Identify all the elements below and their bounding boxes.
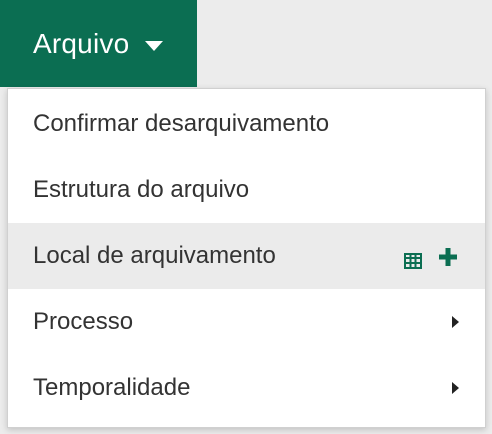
menu-item-label: Temporalidade bbox=[33, 374, 191, 401]
menu-title: Arquivo bbox=[33, 27, 130, 59]
menu-item-label: Confirmar desarquivamento bbox=[33, 110, 330, 137]
chevron-right-icon bbox=[452, 382, 459, 394]
arquivo-dropdown-menu: Confirmar desarquivamento Estrutura do a… bbox=[7, 88, 486, 428]
menu-item-temporalidade[interactable]: Temporalidade bbox=[8, 355, 485, 421]
menu-item-estrutura-do-arquivo[interactable]: Estrutura do arquivo bbox=[8, 157, 485, 223]
arquivo-menu-button[interactable]: Arquivo bbox=[0, 0, 197, 87]
menu-item-label: Estrutura do arquivo bbox=[33, 176, 250, 203]
item-actions bbox=[404, 223, 458, 289]
caret-down-icon bbox=[145, 40, 164, 51]
menu-item-processo[interactable]: Processo bbox=[8, 289, 485, 355]
menu-item-local-de-arquivamento[interactable]: Local de arquivamento bbox=[8, 223, 485, 289]
grid-icon[interactable] bbox=[404, 248, 422, 269]
chevron-right-icon bbox=[452, 316, 459, 328]
page: Arquivo Confirmar desarquivamento Estrut… bbox=[0, 0, 492, 434]
menu-item-label: Processo bbox=[33, 308, 134, 335]
plus-icon[interactable] bbox=[438, 246, 458, 266]
menu-item-confirmar-desarquivamento[interactable]: Confirmar desarquivamento bbox=[8, 91, 485, 157]
menu-item-label: Local de arquivamento bbox=[33, 242, 276, 269]
